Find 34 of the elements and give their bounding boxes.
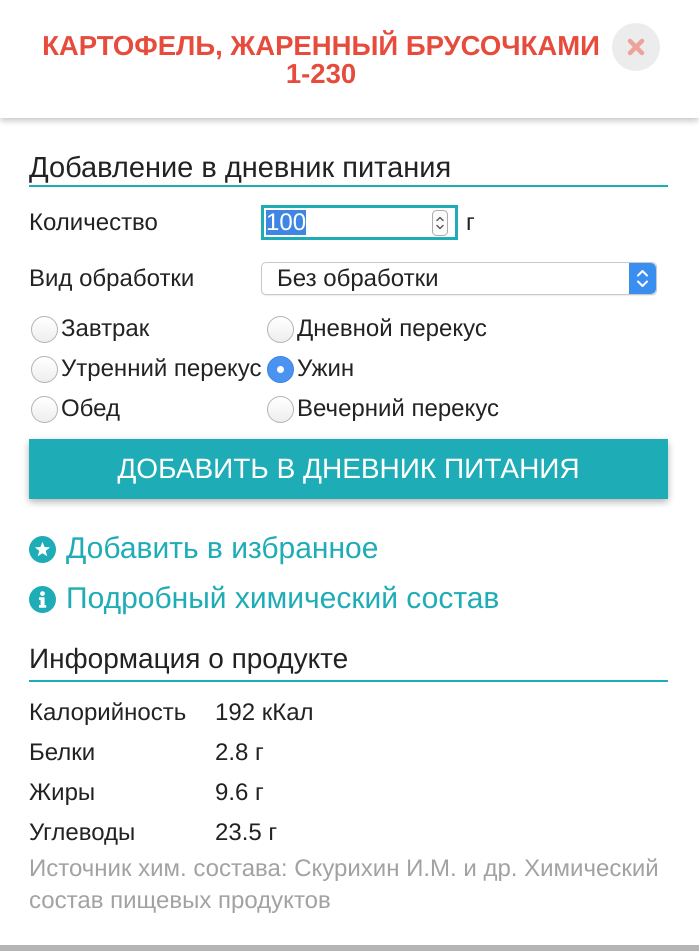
radio-button[interactable]	[267, 356, 294, 382]
radio-button[interactable]	[31, 356, 58, 382]
nutrient-value: 23.5 г	[215, 819, 278, 847]
meal-radio-option[interactable]: Утренний перекус	[31, 355, 262, 383]
dialog-title: КАРТОФЕЛЬ, ЖАРЕННЫЙ БРУСОЧКАМИ 1-230	[41, 32, 601, 88]
nutrient-value: 9.6 г	[215, 779, 264, 807]
radio-button[interactable]	[31, 396, 58, 422]
nutrient-name: Белки	[29, 739, 96, 767]
nutrient-value: 192 кКал	[215, 699, 314, 727]
section-heading: Добавление в дневник питания	[29, 151, 668, 187]
field-label: Количество	[29, 208, 159, 236]
source-note: Источник хим. состава: Скурихин И.М. и др. Химический состав пищевых продуктов	[29, 854, 660, 916]
meal-radio-option[interactable]: Обед	[31, 395, 120, 423]
info-icon	[29, 586, 56, 612]
spinner-icon	[432, 210, 448, 236]
nutrient-name: Углеводы	[29, 819, 136, 847]
meal-radio-option[interactable]: Ужин	[267, 355, 354, 383]
chevron-updown-icon	[629, 263, 656, 294]
unit-label: г	[466, 208, 475, 236]
close-icon	[627, 38, 645, 56]
radio-button[interactable]	[267, 316, 294, 342]
quantity-input[interactable]: 100	[261, 205, 458, 240]
section-heading: Информация о продукте	[29, 642, 668, 682]
meal-radio-option[interactable]: Вечерний перекус	[267, 395, 500, 423]
meal-radio-option[interactable]: Завтрак	[31, 315, 150, 343]
radio-button[interactable]	[267, 396, 294, 422]
processing-select[interactable]: Без обработки	[261, 262, 657, 295]
nutrient-value: 2.8 г	[215, 739, 264, 767]
nutrient-name: Жиры	[29, 779, 96, 807]
nutrient-name: Калорийность	[29, 699, 186, 727]
close-button[interactable]	[612, 23, 660, 71]
meal-radio-option[interactable]: Дневной перекус	[267, 315, 487, 343]
radio-button[interactable]	[31, 316, 58, 342]
field-label: Вид обработки	[29, 264, 196, 292]
